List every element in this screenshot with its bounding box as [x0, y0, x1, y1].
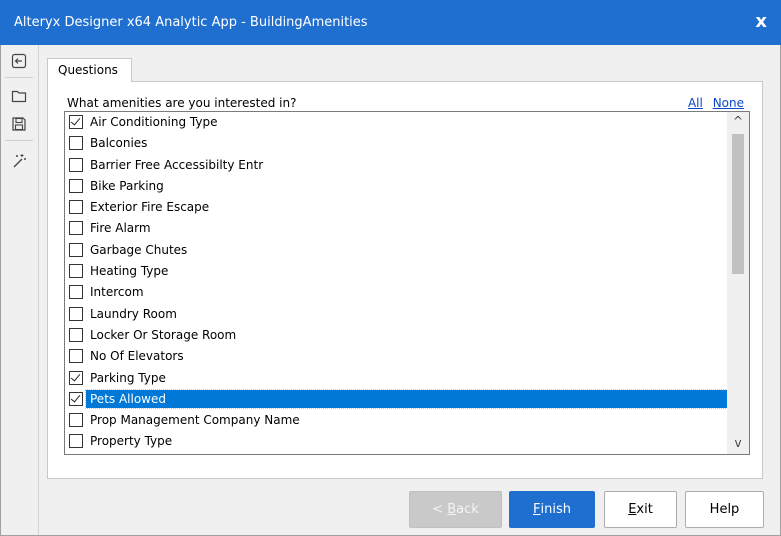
exit-button[interactable]: Exit — [604, 491, 677, 528]
checkbox[interactable] — [69, 221, 83, 236]
toolbar-divider — [5, 140, 33, 141]
select-links: All None — [682, 96, 744, 110]
save-icon[interactable] — [9, 114, 29, 134]
checkbox[interactable] — [69, 157, 83, 172]
checkbox[interactable] — [69, 370, 83, 385]
list-item[interactable]: Pets Allowed — [65, 388, 728, 410]
magic-wand-icon[interactable] — [9, 151, 29, 171]
checkbox[interactable] — [69, 242, 83, 257]
list-item-label: Heating Type — [90, 264, 169, 279]
list-item-label: Pets Allowed — [85, 388, 728, 409]
exit-button-rest: xit — [636, 502, 653, 517]
checkbox[interactable] — [69, 434, 83, 449]
scroll-up-icon[interactable]: ^ — [727, 114, 749, 130]
checkbox[interactable] — [69, 178, 83, 193]
back-button-rest: ack — [456, 502, 479, 517]
list-item[interactable]: No Of Elevators — [65, 346, 727, 367]
vertical-scrollbar[interactable]: ^ v — [727, 112, 749, 454]
list-item[interactable]: Heating Type — [65, 261, 727, 282]
list-item-label: Property Type — [90, 434, 173, 449]
select-none-link[interactable]: None — [713, 96, 744, 110]
close-button[interactable]: x — [755, 11, 767, 32]
checkbox[interactable] — [69, 115, 83, 129]
list-item[interactable]: Laundry Room — [65, 304, 727, 325]
checkbox[interactable] — [69, 391, 83, 406]
list-item-label: Barrier Free Accessibilty Entr — [90, 157, 264, 172]
app-window: Questions What amenities are you interes… — [0, 45, 781, 536]
list-item[interactable]: Barrier Free Accessibilty Entr — [65, 155, 727, 176]
window-title: Alteryx Designer x64 Analytic App - Buil… — [14, 15, 368, 30]
list-item[interactable]: Prop Management Company Name — [65, 410, 727, 431]
finish-button-rest: inish — [540, 502, 571, 517]
checkbox[interactable] — [69, 413, 83, 428]
list-item-label: Prop Management Company Name — [90, 413, 300, 428]
list-item-label: Air Conditioning Type — [90, 115, 218, 129]
left-toolbar — [1, 45, 39, 535]
list-item[interactable]: Locker Or Storage Room — [65, 325, 727, 346]
finish-button-mnemonic: F — [533, 502, 541, 517]
finish-button[interactable]: Finish — [509, 491, 595, 528]
checkbox[interactable] — [69, 200, 83, 215]
checkmark-icon — [70, 392, 81, 403]
back-button[interactable]: < Back — [409, 491, 502, 528]
back-button-mnemonic: B — [447, 502, 457, 517]
list-item-label: Laundry Room — [90, 306, 177, 321]
question-label: What amenities are you interested in? — [67, 96, 297, 110]
list-item[interactable]: Air Conditioning Type — [65, 112, 727, 133]
list-item-label: Balconies — [90, 136, 148, 151]
list-item-label: Exterior Fire Escape — [90, 200, 210, 215]
select-all-link[interactable]: All — [688, 96, 703, 110]
checkmark-icon — [70, 115, 81, 126]
checkmark-icon — [70, 371, 81, 382]
questions-panel: What amenities are you interested in? Al… — [47, 81, 763, 479]
list-item[interactable]: Exterior Fire Escape — [65, 197, 727, 218]
checkbox[interactable] — [69, 306, 83, 321]
checkbox[interactable] — [69, 327, 83, 342]
checkbox[interactable] — [69, 264, 83, 279]
list-item[interactable]: Balconies — [65, 133, 727, 154]
help-button[interactable]: Help — [685, 491, 764, 528]
checkbox[interactable] — [69, 349, 83, 364]
folder-icon[interactable] — [9, 86, 29, 106]
list-item[interactable]: Bike Parking — [65, 176, 727, 197]
back-button-prefix: < — [432, 502, 448, 517]
list-item[interactable]: Garbage Chutes — [65, 240, 727, 261]
list-item-label: No Of Elevators — [90, 349, 184, 364]
list-item-label: Locker Or Storage Room — [90, 327, 237, 342]
scroll-down-icon[interactable]: v — [727, 436, 749, 452]
list-item[interactable]: Fire Alarm — [65, 218, 727, 239]
checkbox[interactable] — [69, 285, 83, 300]
list-item-label: Bike Parking — [90, 178, 164, 193]
title-bar: Alteryx Designer x64 Analytic App - Buil… — [0, 0, 781, 45]
scrollbar-thumb[interactable] — [732, 134, 744, 274]
list-item-label: Garbage Chutes — [90, 242, 188, 257]
list-item-label: Fire Alarm — [90, 221, 151, 236]
back-icon[interactable] — [9, 51, 29, 71]
list-item-label: Intercom — [90, 285, 144, 300]
list-item[interactable]: Property Type — [65, 431, 727, 452]
checkbox[interactable] — [69, 136, 83, 151]
amenities-listbox[interactable]: Air Conditioning Type Balconies Barrier Fr… — [64, 111, 750, 455]
exit-button-mnemonic: E — [628, 502, 637, 517]
list-item[interactable]: Intercom — [65, 282, 727, 303]
toolbar-divider — [5, 77, 33, 78]
list-item-label: Parking Type — [90, 370, 166, 385]
list-item[interactable]: Parking Type — [65, 368, 727, 389]
amenities-list: Air Conditioning Type Balconies Barrier Fr… — [65, 112, 728, 453]
tab-questions[interactable]: Questions — [47, 58, 132, 82]
